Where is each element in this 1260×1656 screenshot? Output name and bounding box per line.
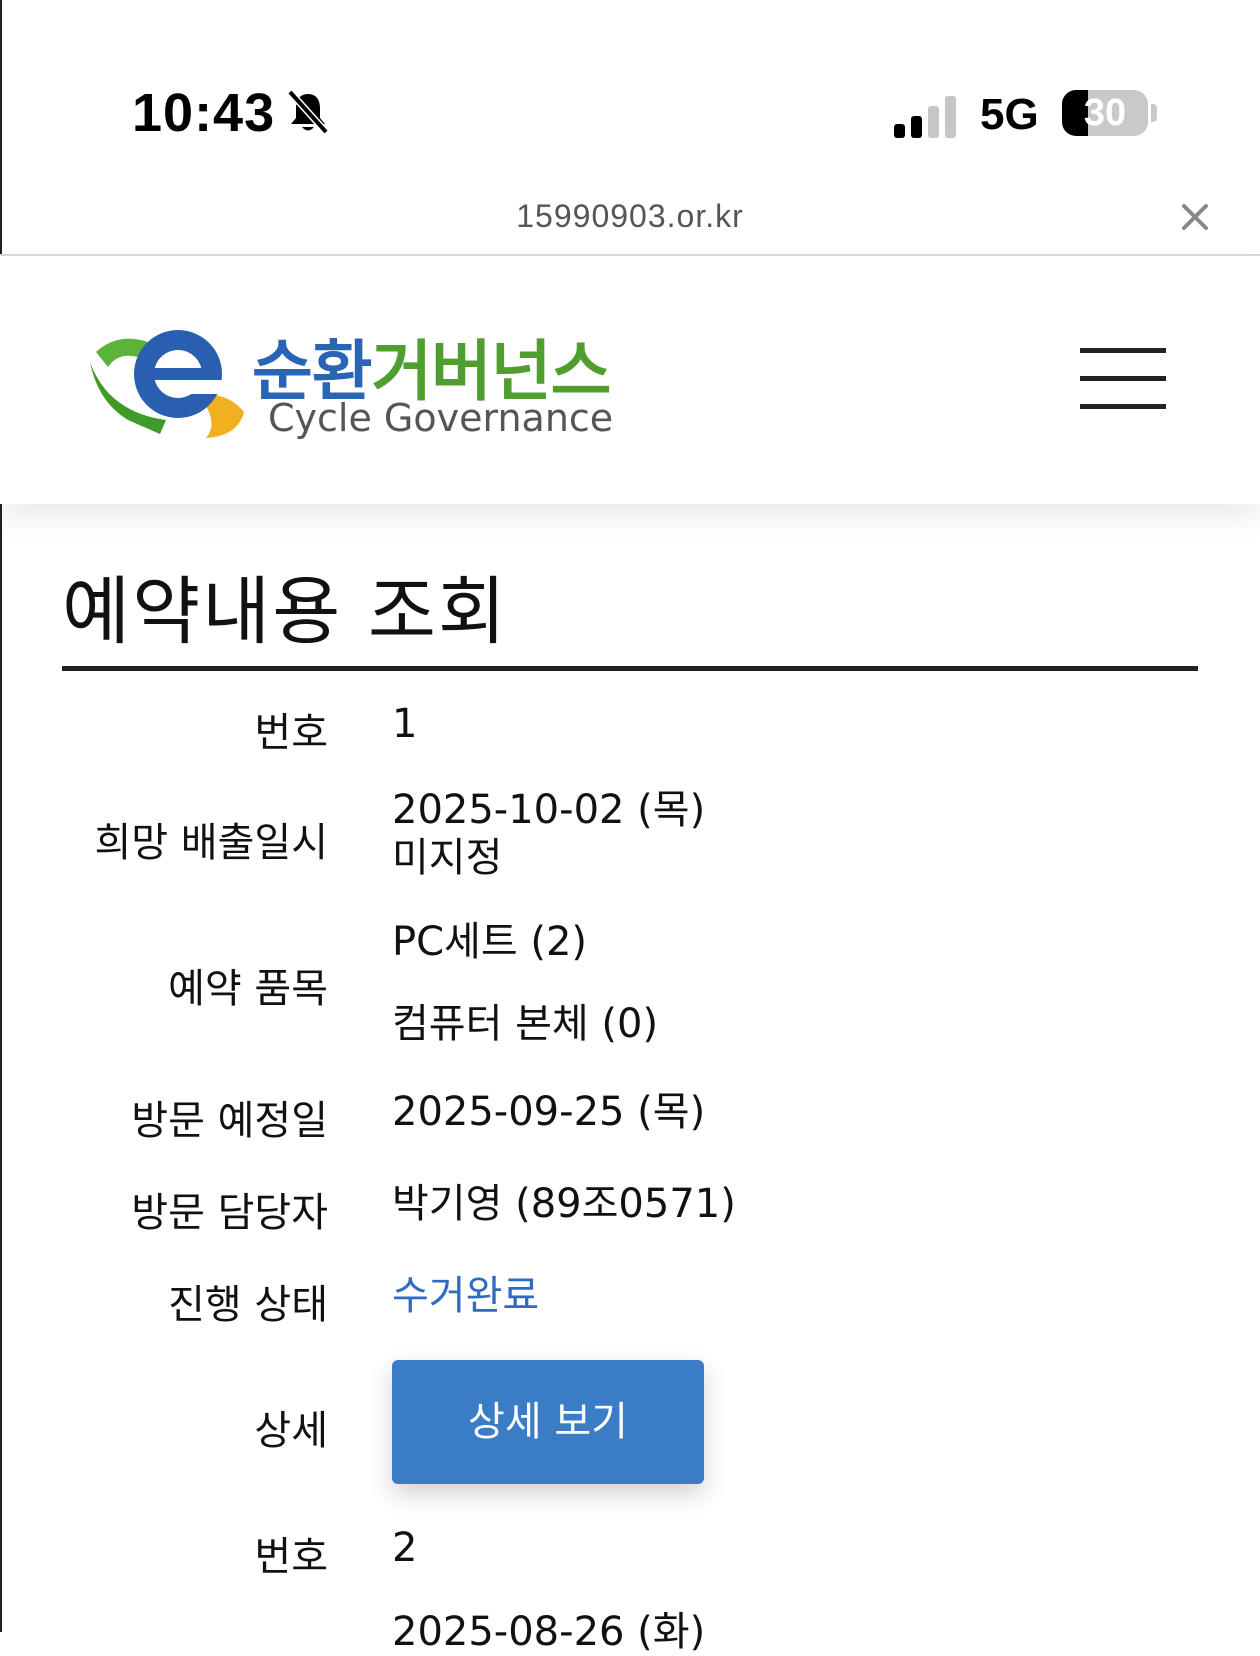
number-value: 2: [392, 1525, 418, 1571]
item-value: PC세트 (2): [392, 919, 588, 965]
hamburger-menu-icon[interactable]: [1080, 348, 1166, 414]
site-logo[interactable]: 순환거버넌스 Cycle Governance: [88, 312, 628, 442]
status-value: 수거완료: [392, 1273, 540, 1319]
status-time: 10:43: [132, 83, 276, 143]
detail-label: 상세: [254, 1408, 328, 1454]
close-icon[interactable]: [1180, 202, 1210, 232]
number-label: 번호: [254, 1534, 328, 1580]
menu-line: [1080, 404, 1166, 409]
items-label: 예약 품목: [168, 966, 328, 1012]
url-text: 15990903.or.kr: [516, 198, 744, 234]
status-bar: 10:43 5G 30: [0, 0, 1260, 180]
visitor-label: 방문 담당자: [131, 1190, 328, 1236]
bell-slash-icon: [287, 89, 329, 135]
visitor-value: 박기영 (89조0571): [392, 1181, 736, 1227]
logo-english-text: Cycle Governance: [268, 396, 614, 440]
number-value: 1: [392, 701, 418, 747]
desired-time-value: 미지정: [392, 835, 503, 881]
cellular-signal-icon: [894, 96, 956, 138]
battery-percent: 30: [1083, 92, 1127, 134]
browser-url-bar[interactable]: 15990903.or.kr: [0, 180, 1260, 256]
visit-date-value: 2025-09-25 (목): [392, 1089, 706, 1135]
logo-e-icon: [90, 330, 244, 438]
network-type: 5G: [980, 90, 1039, 139]
view-detail-button[interactable]: 상세 보기: [392, 1360, 704, 1484]
menu-line: [1080, 348, 1166, 353]
battery-icon: 30: [1062, 90, 1148, 136]
desired-date-label: 희망 배출일시: [94, 820, 328, 866]
menu-line: [1080, 376, 1166, 381]
title-divider: [62, 666, 1198, 671]
page-title: 예약내용 조회: [62, 569, 509, 655]
site-header: 순환거버넌스 Cycle Governance: [0, 256, 1260, 504]
status-label: 진행 상태: [168, 1282, 328, 1328]
desired-date-value: 2025-08-26 (화): [392, 1609, 706, 1655]
number-label: 번호: [254, 710, 328, 756]
battery-nub: [1151, 104, 1157, 122]
item-value: 컴퓨터 본체 (0): [392, 1001, 659, 1047]
desired-date-value: 2025-10-02 (목): [392, 787, 706, 833]
visit-date-label: 방문 예정일: [131, 1098, 328, 1144]
